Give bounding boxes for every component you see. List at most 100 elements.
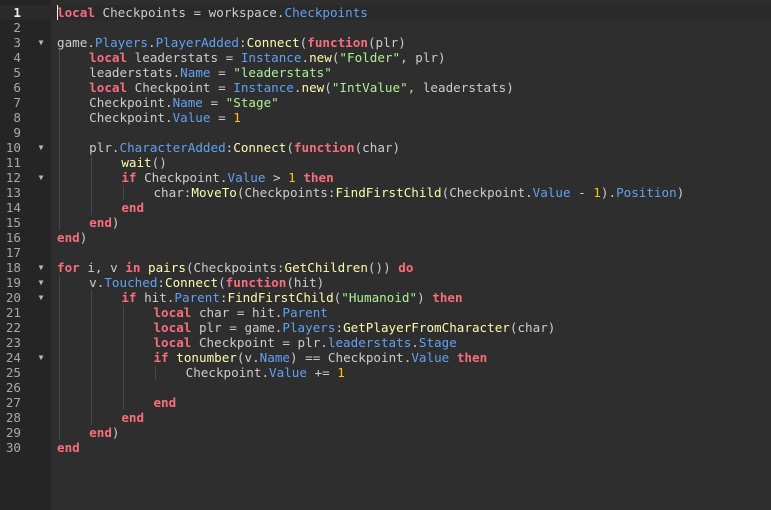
fold-triangle-icon[interactable]: ▼ (36, 350, 46, 365)
code-text[interactable]: plr.CharacterAdded:Connect(function(char… (89, 140, 400, 155)
code-text[interactable]: end (121, 200, 144, 215)
code-token: in (125, 260, 141, 275)
code-line[interactable]: 10 ▼ plr.CharacterAdded:Connect(function(c… (0, 140, 771, 155)
indent-guide (123, 185, 125, 200)
code-line[interactable]: 5 leaderstats.Name = "leaderstats" (0, 65, 771, 80)
code-text[interactable]: local leaderstats = Instance.new("Folder… (89, 50, 445, 65)
code-line[interactable]: 26 (0, 380, 771, 395)
code-text[interactable]: end (57, 440, 80, 455)
code-token: char: (153, 185, 192, 200)
code-line[interactable]: 12 ▼ if Checkpoint.Value > 1 then (0, 170, 771, 185)
code-line[interactable]: 25 Checkpoint.Value += 1 (0, 365, 771, 380)
code-token: Checkpoints = workspace. (94, 5, 285, 20)
code-token: end (121, 410, 145, 425)
code-line[interactable]: 19 ▼ v.Touched:Connect(function(hit) (0, 275, 771, 290)
fold-triangle-icon[interactable]: ▼ (36, 170, 46, 185)
code-token: (char) (509, 320, 556, 335)
code-token: 1 (233, 110, 241, 125)
code-line[interactable]: 15 end) (0, 215, 771, 230)
code-line[interactable]: 14 end (0, 200, 771, 215)
line-number: 1 (13, 5, 21, 20)
code-text[interactable]: end) (89, 215, 119, 230)
code-editor[interactable]: 1 local Checkpoints = workspace.Checkpoin… (0, 0, 771, 510)
code-token: do (398, 260, 414, 275)
code-text[interactable]: Checkpoint.Value = 1 (89, 110, 241, 125)
code-line[interactable]: 20 ▼ if hit.Parent:FindFirstChild("Humanoi… (0, 290, 771, 305)
code-token: wait (121, 155, 152, 170)
code-text[interactable]: for i, v in pairs(Checkpoints:GetChildre… (57, 260, 413, 275)
code-line[interactable]: 16 end) (0, 230, 771, 245)
indent-guide (91, 290, 93, 425)
code-line[interactable]: 28 end (0, 410, 771, 425)
code-text[interactable]: end (121, 410, 144, 425)
code-token: () (151, 155, 167, 170)
code-token: ( (286, 140, 294, 155)
code-line[interactable]: 30 end (0, 440, 771, 455)
code-token: Checkpoint = plr. (191, 335, 328, 350)
code-token: = (210, 65, 234, 80)
line-number: 19 (5, 275, 21, 290)
code-token: FindFirstChild (335, 185, 442, 200)
code-text[interactable]: end) (57, 230, 87, 245)
code-text[interactable]: local Checkpoint = plr.leaderstats.Stage (153, 335, 456, 350)
code-line[interactable]: 13 char:MoveTo(Checkpoints:FindFirstChild… (0, 185, 771, 200)
code-line[interactable]: 27 end (0, 395, 771, 410)
code-token: (char) (354, 140, 401, 155)
code-text[interactable]: end) (89, 425, 119, 440)
code-token: (Checkpoints: (236, 185, 336, 200)
line-number: 26 (5, 380, 21, 395)
code-text[interactable]: local plr = game.Players:GetPlayerFromCh… (153, 320, 555, 335)
fold-triangle-icon[interactable]: ▼ (36, 290, 46, 305)
code-text[interactable]: if Checkpoint.Value > 1 then (121, 170, 333, 185)
code-line[interactable]: 24 ▼ if tonumber(v.Name) == Checkpoint.Val… (0, 350, 771, 365)
code-text[interactable]: if hit.Parent:FindFirstChild("Humanoid")… (121, 290, 462, 305)
code-token: Parent (282, 305, 328, 320)
code-text[interactable]: Checkpoint.Value += 1 (186, 365, 345, 380)
code-line[interactable]: 1 local Checkpoints = workspace.Checkpoin… (0, 5, 771, 20)
code-line[interactable]: 9 (0, 125, 771, 140)
code-line[interactable]: 22 local plr = game.Players:GetPlayerFrom… (0, 320, 771, 335)
line-number: 4 (13, 50, 21, 65)
code-token: (Checkpoints: (185, 260, 285, 275)
code-text[interactable]: local Checkpoint = Instance.new("IntValu… (89, 80, 514, 95)
fold-triangle-icon[interactable]: ▼ (36, 260, 46, 275)
fold-triangle-icon[interactable]: ▼ (36, 275, 46, 290)
code-text[interactable]: v.Touched:Connect(function(hit) (89, 275, 324, 290)
code-line[interactable]: 23 local Checkpoint = plr.leaderstats.Sta… (0, 335, 771, 350)
code-line[interactable]: 6 local Checkpoint = Instance.new("IntVal… (0, 80, 771, 95)
code-token: then (456, 350, 488, 365)
code-line[interactable]: 7 Checkpoint.Name = "Stage" (0, 95, 771, 110)
code-line[interactable]: 21 local char = hit.Parent (0, 305, 771, 320)
code-token: if (121, 170, 137, 185)
code-text[interactable]: char:MoveTo(Checkpoints:FindFirstChild(C… (153, 185, 684, 200)
code-token: , plr) (400, 50, 446, 65)
code-token: : (335, 320, 344, 335)
code-token: Value (411, 350, 450, 365)
code-text[interactable]: game.Players.PlayerAdded:Connect(functio… (57, 35, 406, 50)
code-token: ) (111, 425, 120, 440)
code-token: (Checkpoint. (441, 185, 533, 200)
code-token: GetChildren (284, 260, 368, 275)
code-line[interactable]: 8 Checkpoint.Value = 1 (0, 110, 771, 125)
code-text[interactable]: leaderstats.Name = "leaderstats" (89, 65, 332, 80)
code-line[interactable]: 11 wait() (0, 155, 771, 170)
code-token: new (301, 80, 325, 95)
fold-triangle-icon[interactable]: ▼ (36, 140, 46, 155)
code-line[interactable]: 4 local leaderstats = Instance.new("Folde… (0, 50, 771, 65)
code-text[interactable]: local char = hit.Parent (153, 305, 327, 320)
code-line[interactable]: 18 ▼ for i, v in pairs(Checkpoints:GetChil… (0, 260, 771, 275)
code-token: . (411, 335, 419, 350)
code-text[interactable]: wait() (121, 155, 167, 170)
code-token: Stage (418, 335, 457, 350)
code-text[interactable]: end (153, 395, 176, 410)
code-text[interactable]: local Checkpoints = workspace.Checkpoint… (57, 5, 368, 20)
fold-triangle-icon[interactable]: ▼ (36, 35, 46, 50)
code-token: i, v (79, 260, 126, 275)
code-line[interactable]: 29 end) (0, 425, 771, 440)
code-text[interactable]: Checkpoint.Name = "Stage" (89, 95, 279, 110)
code-line[interactable]: 3 ▼ game.Players.PlayerAdded:Connect(funct… (0, 35, 771, 50)
code-text[interactable]: if tonumber(v.Name) == Checkpoint.Value … (153, 350, 487, 365)
code-line[interactable]: 2 (0, 20, 771, 35)
code-line[interactable]: 17 (0, 245, 771, 260)
line-number: 22 (5, 320, 21, 335)
